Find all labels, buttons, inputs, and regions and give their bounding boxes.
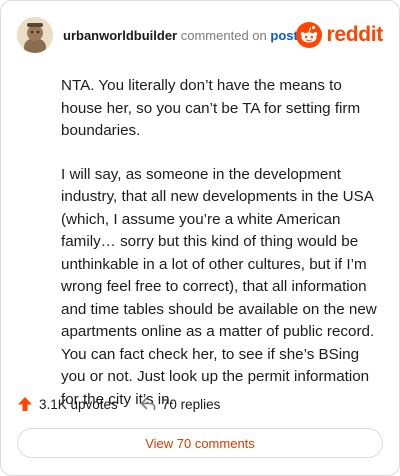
reply-count[interactable]: 70 replies [140,396,221,412]
upvote-count[interactable]: 3.1K upvotes [17,396,118,412]
reddit-wordmark: reddit [326,23,383,46]
comment-meta: urbanworldbuilder commented on post [63,28,298,43]
comment-paragraph-1: NTA. You literally don’t have the means … [61,77,361,139]
reddit-logo[interactable]: reddit [296,21,383,49]
reply-arrow-icon [140,397,156,411]
username-link[interactable]: urbanworldbuilder [63,28,177,43]
user-avatar[interactable] [17,17,53,53]
upvote-arrow-icon [18,397,32,411]
action-text: commented on [180,27,267,43]
upvote-label: 3.1K upvotes [39,396,118,412]
reply-label: 70 replies [161,396,221,412]
comment-card: urbanworldbuilder commented on post redd… [0,0,400,476]
comment-header: urbanworldbuilder commented on post redd… [17,17,383,53]
view-comments-button[interactable]: View 70 comments [17,428,383,458]
post-link[interactable]: post [270,28,297,43]
comment-body: NTA. You literally don’t have the means … [61,75,387,432]
comment-stats: 3.1K upvotes 70 replies [17,392,220,416]
comment-paragraph-2: I will say, as someone in the developmen… [61,165,377,408]
reddit-snoo-icon [296,22,323,48]
